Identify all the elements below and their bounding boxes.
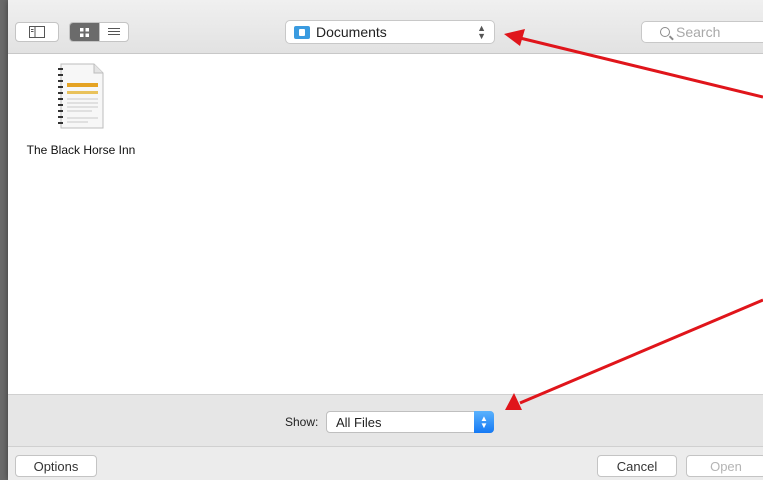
search-icon [660,27,670,37]
list-view-button[interactable] [98,23,129,41]
search-placeholder: Search [676,24,721,40]
folder-icon [294,25,310,39]
show-filter-bar: Show: All Files ▲ ▼ [8,394,763,447]
search-field[interactable]: Search [641,21,763,43]
file-item[interactable]: The Black Horse Inn [16,60,146,157]
grid-icon [79,27,89,37]
file-type-select[interactable]: All Files ▲ ▼ [326,411,494,433]
document-icon [58,63,104,129]
chevron-updown-icon: ▲ ▼ [474,411,494,433]
location-popup[interactable]: Documents ▲ ▼ [285,20,495,44]
location-label: Documents [316,24,387,40]
show-label: Show: [285,415,319,429]
sidebar-icon [29,26,45,38]
icon-view-button[interactable] [70,23,99,41]
sidebar-toggle-button[interactable] [15,22,59,42]
options-button[interactable]: Options [15,455,97,477]
file-browser: The Black Horse Inn [8,54,763,394]
chevron-updown-icon: ▲ ▼ [477,23,486,41]
open-file-dialog: Documents ▲ ▼ Search The Black Horse Inn … [8,0,763,480]
cancel-button[interactable]: Cancel [597,455,677,477]
file-type-value: All Files [336,414,382,430]
toolbar: Documents ▲ ▼ Search [8,0,763,54]
list-icon [107,28,120,35]
view-mode-control [69,22,129,42]
open-button[interactable]: Open [686,455,763,477]
file-name: The Black Horse Inn [26,143,136,157]
